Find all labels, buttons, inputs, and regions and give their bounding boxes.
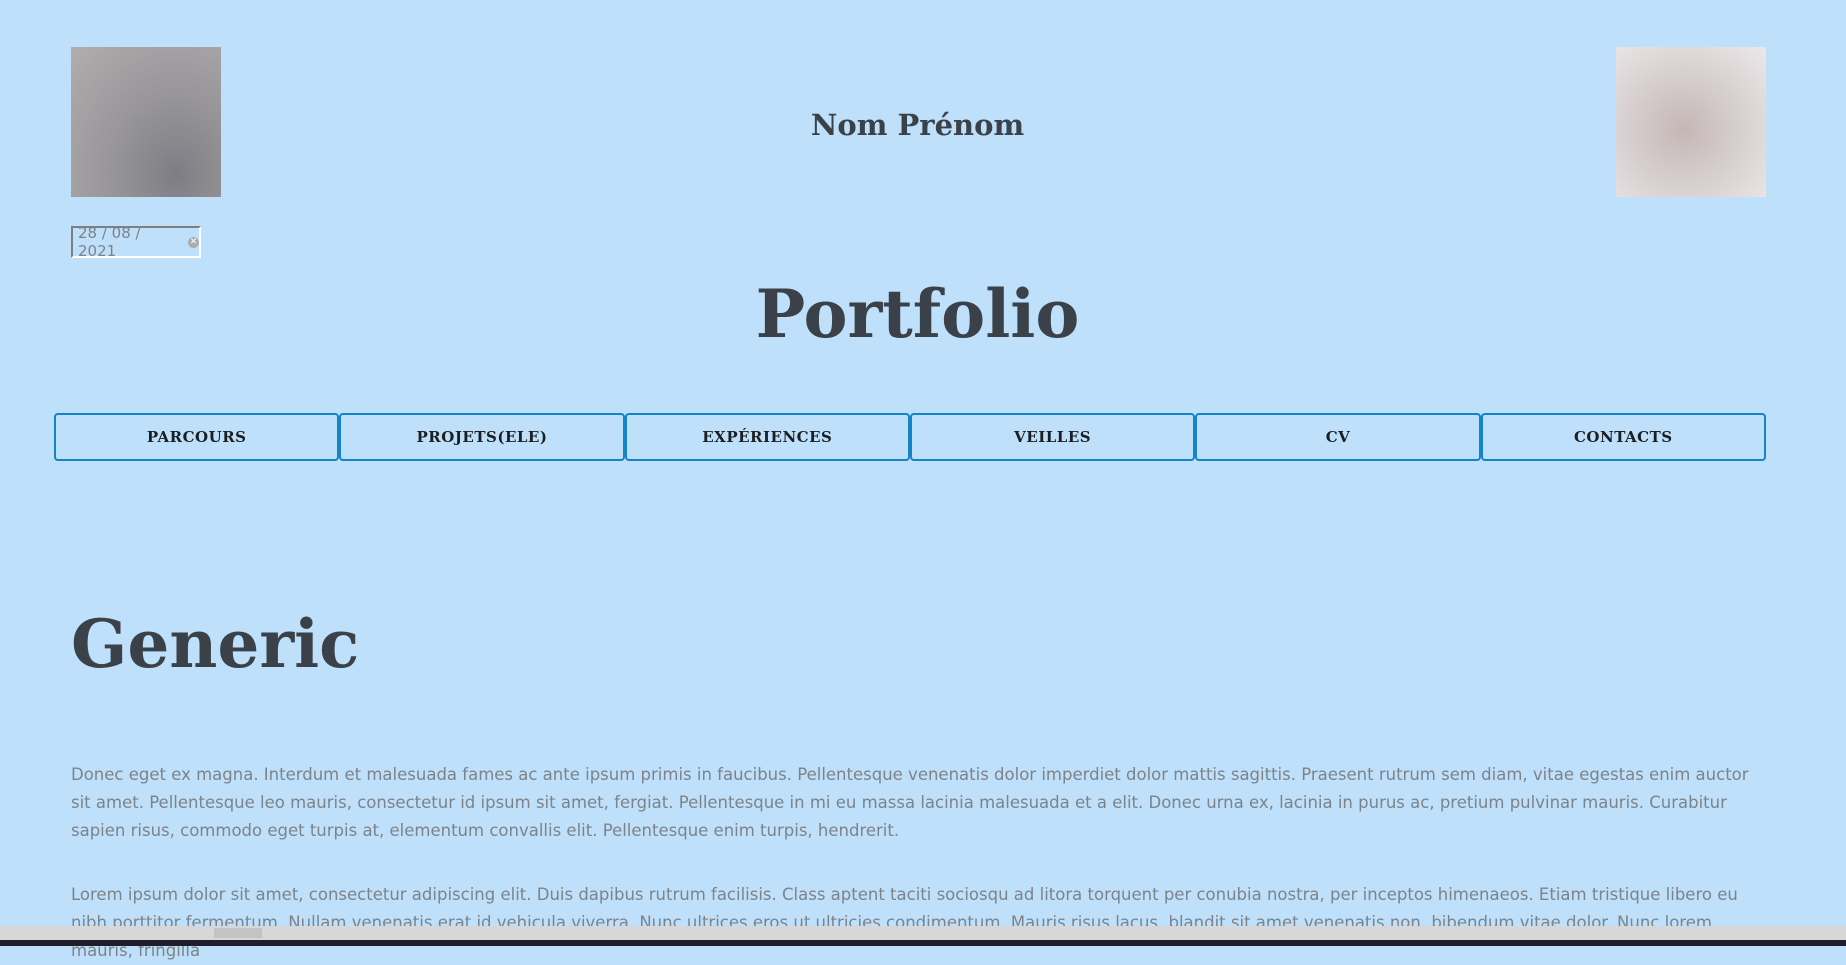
nav-button-projets[interactable]: PROJETS(ELE)	[339, 413, 625, 461]
page-title: Portfolio	[755, 275, 1080, 353]
profile-photo-right	[1616, 47, 1766, 197]
nav-button-experiences[interactable]: EXPÉRIENCES	[624, 413, 910, 461]
body-paragraph: Donec eget ex magna. Interdum et malesua…	[71, 765, 1749, 840]
site-name: Nom Prénom	[810, 108, 1025, 142]
taskbar	[0, 940, 1846, 946]
nav-button-parcours[interactable]: PARCOURS	[54, 413, 340, 461]
nav-button-contacts[interactable]: CONTACTS	[1480, 413, 1766, 461]
section-title: Generic	[71, 605, 360, 683]
date-input[interactable]: 28 / 08 / 2021 ✕	[71, 224, 201, 260]
date-input-value[interactable]: 28 / 08 / 2021	[78, 224, 182, 260]
scrollbar-thumb[interactable]	[214, 928, 262, 938]
nav-button-cv[interactable]: CV	[1195, 413, 1481, 461]
clear-icon[interactable]: ✕	[188, 236, 199, 248]
body-paragraph: Lorem ipsum dolor sit amet, consectetur …	[71, 885, 1738, 960]
main-nav: PARCOURS PROJETS(ELE) EXPÉRIENCES VEILLE…	[54, 413, 1766, 461]
nav-button-veilles[interactable]: VEILLES	[909, 413, 1196, 461]
horizontal-scrollbar[interactable]	[0, 926, 1846, 940]
